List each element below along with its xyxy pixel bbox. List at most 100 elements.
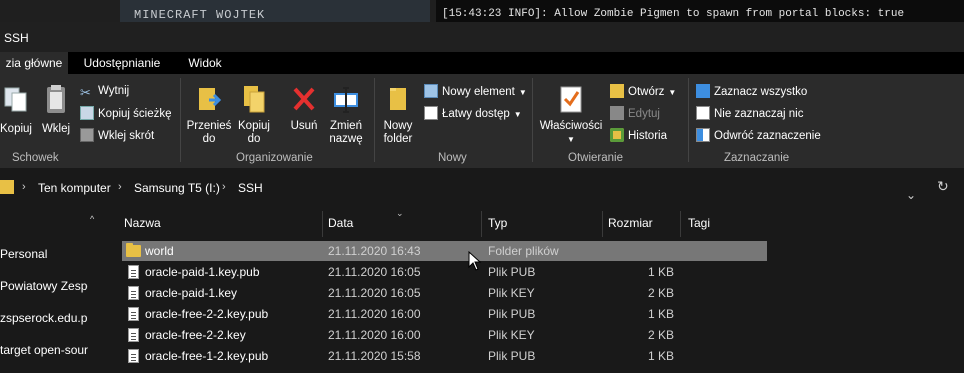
tab-share[interactable]: Udostępnianie <box>74 52 170 74</box>
ribbon-separator <box>688 78 689 162</box>
background-window[interactable]: MINECRAFT WOJTEK <box>120 0 430 22</box>
file-date: 21.11.2020 16:05 <box>328 286 421 300</box>
copy-path-icon <box>80 106 94 120</box>
properties-button[interactable]: Właściwości ▼ <box>538 84 604 146</box>
file-size: 1 KB <box>647 265 674 279</box>
history-icon <box>610 128 624 142</box>
group-label-new: Nowy <box>438 152 467 164</box>
file-type: Folder plików <box>488 244 559 258</box>
move-to-button[interactable]: Przenieś do <box>186 84 232 146</box>
address-history-chevron-icon[interactable]: ⌄ <box>906 188 916 202</box>
group-label-organize: Organizowanie <box>236 152 313 164</box>
title-bar[interactable]: SSH <box>0 22 964 52</box>
table-row[interactable]: world 21.11.2020 16:43 Folder plików <box>122 241 767 261</box>
invert-selection-icon <box>696 128 710 142</box>
file-type: Plik PUB <box>488 349 536 363</box>
table-row[interactable]: oracle-free-2-2.key 21.11.2020 16:00 Pli… <box>122 325 767 345</box>
chevron-down-icon: ▼ <box>567 135 575 144</box>
new-folder-button[interactable]: Nowy folder <box>378 84 418 146</box>
paste-shortcut-icon <box>80 128 94 142</box>
file-icon <box>128 328 139 342</box>
file-icon <box>128 286 139 300</box>
table-row[interactable]: oracle-free-1-2.key.pub 21.11.2020 15:58… <box>122 346 767 366</box>
new-folder-icon <box>390 88 406 110</box>
new-folder-label: folder <box>383 133 413 145</box>
column-separator[interactable] <box>322 211 323 237</box>
address-bar[interactable]: › Ten komputer › Samsung T5 (I:) › SSH ⌄ <box>0 176 930 202</box>
file-type: Plik KEY <box>488 286 535 300</box>
tab-home[interactable]: zia główne <box>0 52 68 74</box>
file-type: Plik KEY <box>488 328 535 342</box>
file-date: 21.11.2020 16:43 <box>328 244 421 258</box>
file-name: oracle-paid-1.key.pub <box>145 265 260 279</box>
tab-view[interactable]: Widok <box>176 52 234 74</box>
file-date: 21.11.2020 16:00 <box>328 307 421 321</box>
nav-item[interactable]: target open-sour <box>0 343 88 357</box>
ribbon-tabs: zia główne Udostępnianie Widok <box>0 52 964 74</box>
group-label-open: Otwieranie <box>568 152 623 164</box>
column-header-type[interactable]: Typ <box>488 216 507 230</box>
open-folder-icon <box>610 84 624 98</box>
file-date: 21.11.2020 16:05 <box>328 265 421 279</box>
refresh-icon[interactable]: ↻ <box>937 178 949 195</box>
open-button[interactable]: Otwórz ▼ <box>610 84 676 100</box>
history-button[interactable]: Historia <box>610 128 667 143</box>
nav-item[interactable]: zspserock.edu.p <box>0 311 88 325</box>
rename-button[interactable]: Zmień nazwę <box>326 84 366 146</box>
file-type: Plik PUB <box>488 265 536 279</box>
edit-button[interactable]: Edytuj <box>610 106 660 121</box>
file-icon <box>128 349 139 363</box>
background-console[interactable]: [15:43:23 INFO]: Allow Zombie Pigmen to … <box>436 0 964 22</box>
folder-icon <box>0 180 14 194</box>
cut-button[interactable]: ✂ Wytnij <box>80 84 129 100</box>
file-date: 21.11.2020 16:00 <box>328 328 421 342</box>
select-all-icon <box>696 84 710 98</box>
sort-caret-icon: ⌄ <box>396 208 404 218</box>
nav-item[interactable]: Personal <box>0 247 88 261</box>
easy-access-button[interactable]: Łatwy dostęp ▼ <box>424 106 522 122</box>
chevron-down-icon: ▼ <box>513 110 522 119</box>
paste-shortcut-button[interactable]: Wklej skrót <box>80 128 154 143</box>
select-none-button[interactable]: Nie zaznaczaj nic <box>696 106 803 121</box>
paste-button[interactable]: Wklej <box>38 84 74 136</box>
rename-label: nazwę <box>329 133 363 145</box>
column-header-name[interactable]: Nazwa <box>124 216 161 230</box>
invert-selection-button[interactable]: Odwróć zaznaczenie <box>696 128 821 143</box>
file-size: 2 KB <box>647 328 674 342</box>
chevron-down-icon: ▼ <box>668 88 677 97</box>
delete-label: Usuń <box>290 120 318 132</box>
breadcrumb-drive[interactable]: Samsung T5 (I:) <box>134 181 220 195</box>
file-size: 1 KB <box>647 349 674 363</box>
copy-path-button[interactable]: Kopiuj ścieżkę <box>80 106 172 121</box>
column-separator[interactable] <box>481 211 482 237</box>
file-icon <box>128 307 139 321</box>
column-header-size[interactable]: Rozmiar <box>608 216 653 230</box>
mouse-cursor-icon <box>468 251 482 271</box>
breadcrumb-this-pc[interactable]: Ten komputer <box>38 181 111 195</box>
table-row[interactable]: oracle-paid-1.key 21.11.2020 16:05 Plik … <box>122 283 767 303</box>
file-type: Plik PUB <box>488 307 536 321</box>
new-item-button[interactable]: Nowy element ▼ <box>424 84 527 100</box>
file-name: oracle-paid-1.key <box>145 286 238 300</box>
column-header-date[interactable]: Data <box>328 216 353 230</box>
file-size: 1 KB <box>647 307 674 321</box>
column-separator[interactable] <box>602 211 603 237</box>
column-separator[interactable] <box>680 211 681 237</box>
chevron-right-icon: › <box>22 181 26 193</box>
ribbon-separator <box>180 78 181 162</box>
new-item-icon <box>424 84 438 98</box>
copy-button[interactable]: Kopiuj <box>0 84 32 136</box>
copy-to-button[interactable]: Kopiuj do <box>236 84 272 146</box>
select-all-button[interactable]: Zaznacz wszystko <box>696 84 807 99</box>
table-row[interactable]: oracle-paid-1.key.pub 21.11.2020 16:05 P… <box>122 262 767 282</box>
nav-item[interactable]: Powiatowy Zespo <box>0 279 88 293</box>
table-row[interactable]: oracle-free-2-2.key.pub 21.11.2020 16:00… <box>122 304 767 324</box>
select-none-icon <box>696 106 710 120</box>
navigation-pane: Personal Powiatowy Zespo zspserock.edu.p… <box>0 208 104 373</box>
move-to-label: do <box>202 133 216 145</box>
scroll-up-arrow-icon[interactable]: ^ <box>90 214 94 224</box>
column-header-tags[interactable]: Tagi <box>688 216 710 230</box>
breadcrumb-ssh[interactable]: SSH <box>238 181 263 195</box>
window-title: SSH <box>4 31 29 45</box>
delete-button[interactable]: Usuń <box>286 84 322 133</box>
